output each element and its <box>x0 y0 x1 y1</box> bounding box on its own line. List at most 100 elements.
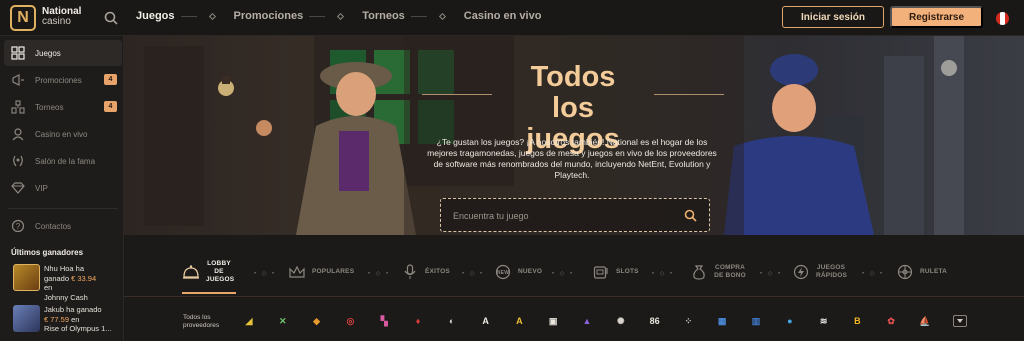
slot-machine-icon <box>592 263 610 281</box>
tab-separator: • ◇ • <box>552 271 575 277</box>
money-bag-icon <box>690 263 708 281</box>
nav-torneos[interactable]: Torneos <box>362 10 405 22</box>
help-icon: ? <box>10 218 26 234</box>
provider-15-icon[interactable]: ▦ <box>713 312 731 330</box>
tab-juegos-rapidos[interactable]: JUEGOS RÁPIDOS <box>792 250 848 294</box>
sidebar-item-torneos[interactable]: Torneos 4 <box>4 94 122 120</box>
active-tab-indicator <box>182 292 236 294</box>
brand-sub: casino <box>42 16 71 27</box>
tab-nuevo[interactable]: NEW NUEVO <box>494 250 542 294</box>
sidebar-item-juegos[interactable]: Juegos <box>4 40 122 66</box>
provider-6-icon[interactable]: ♦ <box>409 312 427 330</box>
tab-label: SLOTS <box>616 268 639 275</box>
provider-13-icon[interactable]: 86 <box>646 312 664 330</box>
win-amount: € 77.59 <box>44 314 70 324</box>
nav-juegos[interactable]: Juegos <box>136 10 175 22</box>
provider-3-icon[interactable]: ◆ <box>308 312 326 330</box>
provider-7-icon[interactable]: ◐ <box>443 312 461 330</box>
provider-10-icon[interactable]: ▣ <box>544 312 562 330</box>
provider-14-icon[interactable]: ⁘ <box>679 312 697 330</box>
providers-label: Todos los proveedores <box>183 314 220 329</box>
tab-slots[interactable]: SLOTS <box>592 250 639 294</box>
svg-text:NEW: NEW <box>497 270 509 276</box>
login-button[interactable]: Iniciar sesión <box>782 6 884 28</box>
provider-17-icon[interactable]: ● <box>781 312 799 330</box>
provider-21-icon[interactable]: ⛵ <box>916 312 934 330</box>
provider-4-icon[interactable]: ◎ <box>341 312 359 330</box>
logo-text[interactable]: National casino <box>42 7 81 27</box>
winner-text: Jakub ha ganado € 77.59 en Rise of Olymp… <box>44 305 112 333</box>
sidebar-item-label: VIP <box>35 183 48 193</box>
tab-populares[interactable]: POPULARES <box>288 250 354 294</box>
hero-decor-line <box>654 94 724 95</box>
provider-8-icon[interactable]: A <box>477 312 495 330</box>
winner-item[interactable]: Nhu Hoa ha ganado € 33.94 en Johnny Cash <box>11 264 123 302</box>
roulette-icon <box>896 263 914 281</box>
game-search-input[interactable] <box>453 208 673 224</box>
winners-title: Últimos ganadores <box>11 248 84 257</box>
tab-label: NUEVO <box>518 268 543 275</box>
tab-ruleta[interactable]: RULETA <box>896 250 947 294</box>
sidebar-item-label: Promociones <box>35 75 82 85</box>
winner-text: Nhu Hoa ha ganado € 33.94 en Johnny Cash <box>44 264 97 302</box>
tab-label: JUEGOS RÁPIDOS <box>816 264 848 279</box>
search-icon[interactable] <box>684 209 697 222</box>
logo-icon[interactable]: N <box>10 5 36 31</box>
provider-9-icon[interactable]: A <box>510 312 528 330</box>
tab-label: POPULARES <box>312 268 355 275</box>
peru-flag-icon[interactable] <box>996 12 1009 25</box>
sidebar-item-promociones[interactable]: Promociones 4 <box>4 67 122 93</box>
tab-separator: • ◇ • <box>862 271 885 277</box>
category-tabs: LOBBY DE JUEGOS • ◇ • POPULARES • ◇ • ÉX… <box>124 250 1024 298</box>
provider-18-icon[interactable]: ≋ <box>815 312 833 330</box>
provider-16-icon[interactable]: ▥ <box>747 312 765 330</box>
tab-lobby-de-juegos[interactable]: LOBBY DE JUEGOS <box>182 250 234 294</box>
provider-1-icon[interactable]: ◢ <box>240 312 258 330</box>
megaphone-icon <box>10 72 26 88</box>
game-search-box[interactable] <box>440 198 710 232</box>
tab-label: ÉXITOS <box>425 268 450 275</box>
sidebar-item-contactos[interactable]: ? Contactos <box>4 213 122 239</box>
tabs-divider <box>124 296 1024 297</box>
provider-5-icon[interactable]: ▚ <box>375 312 393 330</box>
tab-separator: • ◇ • <box>254 271 277 277</box>
winner-item[interactable]: Jakub ha ganado € 77.59 en Rise of Olymp… <box>11 305 123 341</box>
sidebar-item-label: Torneos <box>35 102 64 112</box>
win-amount: € 33.94 <box>71 273 97 283</box>
sidebar-item-casino-en-vivo[interactable]: Casino en vivo <box>4 121 122 147</box>
search-icon[interactable] <box>104 11 118 25</box>
count-badge: 4 <box>104 101 117 112</box>
sidebar-item-label: Salón de la fama <box>35 156 96 166</box>
provider-11-icon[interactable]: ▲ <box>578 312 596 330</box>
hero-decor-line <box>422 94 492 95</box>
main-nav: Juegos Promociones Torneos Casino en viv… <box>136 10 541 22</box>
count-badge: 4 <box>104 74 117 85</box>
nav-separator <box>410 12 458 20</box>
sidebar-item-salon-de-la-fama[interactable]: Salón de la fama <box>4 148 122 174</box>
hero-description: ¿Te gustan los juegos? ¡A nosotros tambi… <box>427 137 717 180</box>
tab-label: COMPRA DE BONO <box>714 264 746 279</box>
provider-12-icon[interactable]: ✺ <box>612 312 630 330</box>
provider-19-icon[interactable]: B <box>848 312 866 330</box>
sidebar: Juegos Promociones 4 Torneos 4 Casino en… <box>0 36 124 341</box>
tab-label: RULETA <box>920 268 948 275</box>
sidebar-item-label: Contactos <box>35 221 72 231</box>
provider-20-icon[interactable]: ✿ <box>882 312 900 330</box>
register-button[interactable]: Registrarse <box>890 6 983 28</box>
tab-separator: • ◇ • <box>760 271 783 277</box>
nav-separator <box>309 12 356 20</box>
nav-promociones[interactable]: Promociones <box>234 10 304 22</box>
nav-casino-en-vivo[interactable]: Casino en vivo <box>464 10 542 22</box>
new-badge-icon: NEW <box>494 263 512 281</box>
diamond-icon <box>10 180 26 196</box>
lobby-bell-icon <box>182 263 200 281</box>
tab-compra-de-bono[interactable]: COMPRA DE BONO <box>690 250 746 294</box>
live-dealer-icon <box>10 126 26 142</box>
game-thumbnail <box>13 305 40 332</box>
provider-2-icon[interactable]: ✕ <box>274 312 292 330</box>
sidebar-item-vip[interactable]: VIP <box>4 175 122 201</box>
tab-exitos[interactable]: ÉXITOS <box>401 250 450 294</box>
nav-separator <box>180 12 228 20</box>
sidebar-divider <box>8 208 118 209</box>
chevron-down-icon[interactable] <box>953 315 967 327</box>
